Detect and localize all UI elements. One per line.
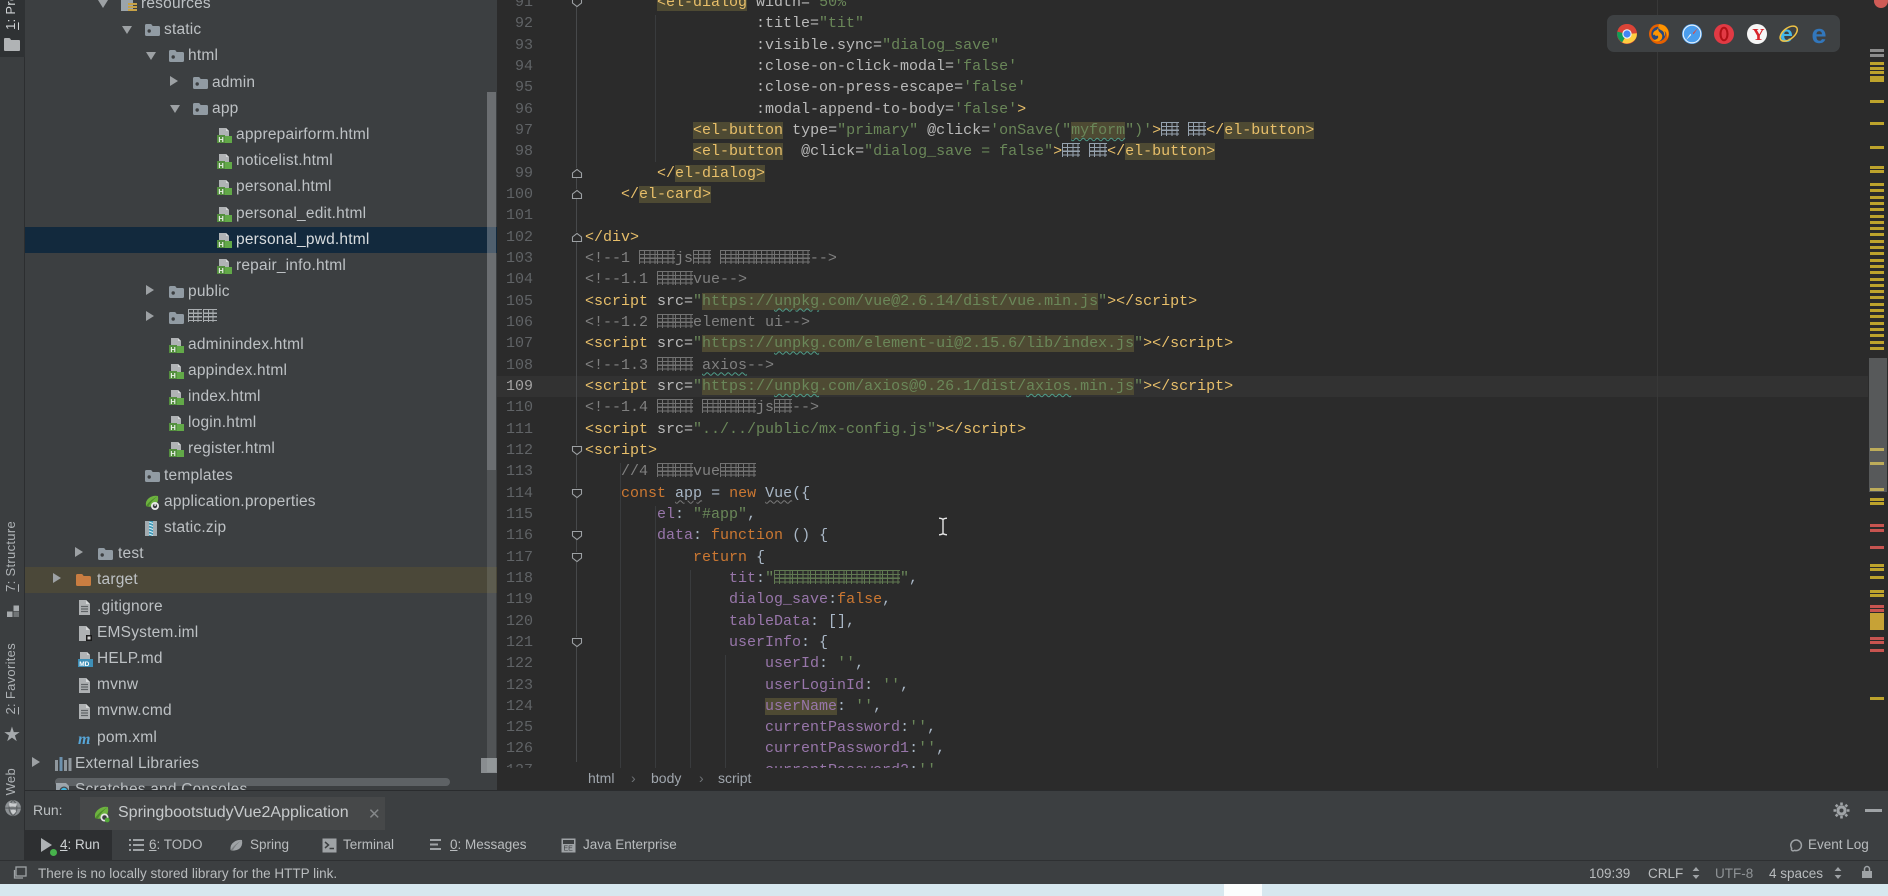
svg-text:H: H [218,161,223,170]
svg-text:H: H [170,397,175,406]
svg-text:Y: Y [1752,25,1764,44]
svg-text:H: H [218,214,223,223]
svg-text:H: H [218,135,223,144]
svg-text:H: H [218,187,223,196]
svg-text:H: H [170,449,175,458]
svg-text:H: H [170,345,175,354]
svg-text:H: H [218,266,223,275]
svg-text:MD: MD [79,661,89,668]
svg-text:m: m [78,731,90,747]
svg-text:H: H [218,240,223,249]
svg-text:e: e [1812,23,1827,45]
svg-text:H: H [170,371,175,380]
svg-text:H: H [170,423,175,432]
svg-text:EE: EE [564,846,574,853]
